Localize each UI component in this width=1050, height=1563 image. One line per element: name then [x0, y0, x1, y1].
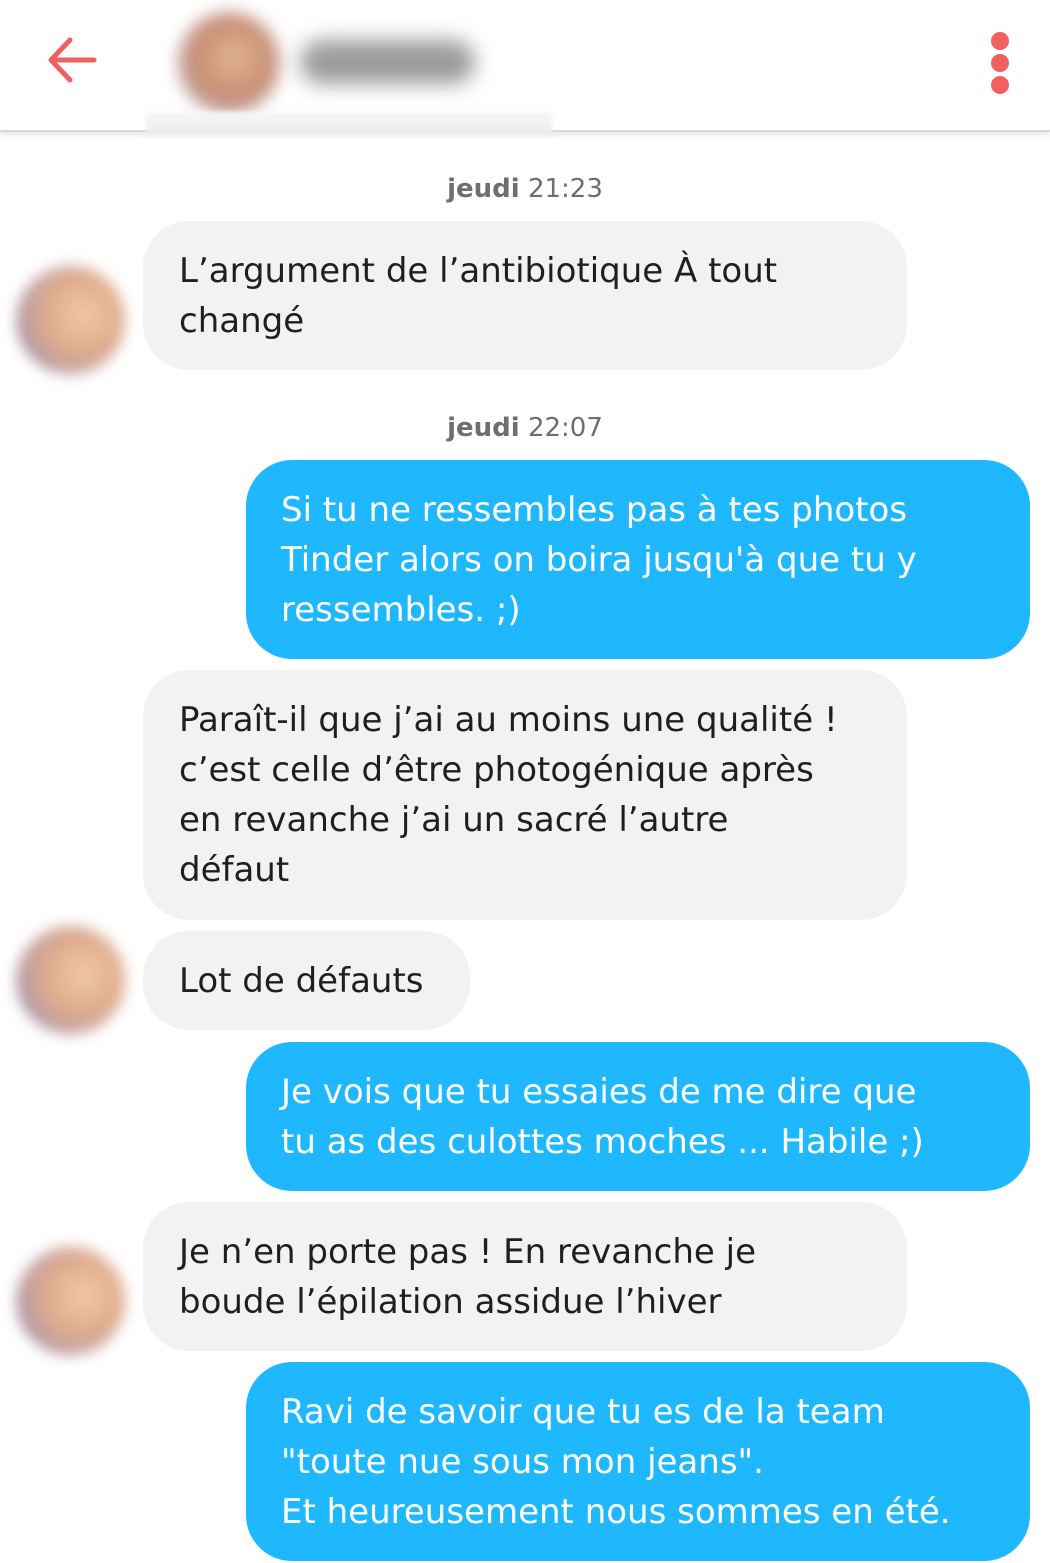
sender-avatar[interactable]	[17, 266, 125, 374]
timestamp-day: jeudi	[447, 413, 520, 443]
outgoing-message[interactable]: Je vois que tu essaies de me dire que tu…	[246, 1042, 1030, 1191]
incoming-message[interactable]: Je n’en porte pas ! En revanche je boude…	[143, 1202, 907, 1351]
sender-avatar[interactable]	[17, 1247, 125, 1355]
message-timestamp: jeudi 22:07	[0, 413, 1050, 443]
outgoing-message[interactable]: Ravi de savoir que tu es de la team "tou…	[246, 1362, 1030, 1561]
more-vertical-icon-dot	[991, 32, 1009, 50]
timestamp-time: 21:23	[527, 174, 603, 204]
incoming-message[interactable]: Lot de défauts	[143, 931, 470, 1030]
arrow-left-icon	[48, 37, 97, 83]
more-vertical-icon-dot	[991, 54, 1009, 72]
match-avatar[interactable]	[178, 12, 280, 114]
header-blurred-area	[146, 112, 552, 134]
more-options-button[interactable]	[980, 30, 1020, 94]
back-button[interactable]	[40, 30, 104, 90]
timestamp-time: 22:07	[527, 413, 603, 443]
incoming-message[interactable]: Paraît-il que j’ai au moins une qualité …	[143, 670, 907, 920]
outgoing-message[interactable]: Si tu ne ressembles pas à tes photos Tin…	[246, 460, 1030, 659]
more-vertical-icon-dot	[991, 76, 1009, 94]
chat-header	[0, 0, 1050, 134]
sender-avatar[interactable]	[17, 926, 125, 1034]
incoming-message[interactable]: L’argument de l’antibiotique À tout chan…	[143, 221, 907, 370]
message-timestamp: jeudi 21:23	[0, 174, 1050, 204]
match-name-blurred[interactable]	[300, 40, 475, 84]
timestamp-day: jeudi	[447, 174, 520, 204]
